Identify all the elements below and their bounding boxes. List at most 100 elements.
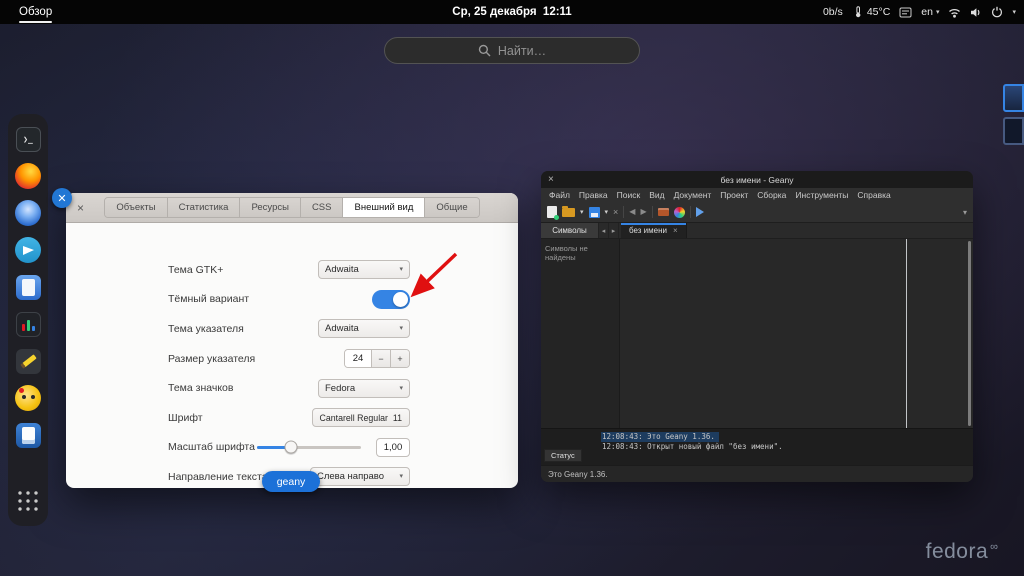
top-bar: Обзор Ср, 25 декабря 12:11 0b/s 45°C en … [0, 0, 1024, 24]
workspace-thumbnail-1[interactable] [1003, 84, 1024, 112]
editor-scrollbar[interactable] [968, 241, 971, 426]
slider-knob[interactable] [284, 440, 298, 454]
geany-window[interactable]: × без имени - Geany Файл Правка Поиск Ви… [541, 171, 973, 482]
dock-item-telegram[interactable] [14, 236, 42, 264]
search-input[interactable]: Найти… [384, 37, 640, 64]
toolbar-separator [651, 206, 653, 218]
net-speed-indicator[interactable]: 0b/s [823, 6, 843, 18]
color-chooser-icon[interactable] [673, 206, 685, 218]
text-direction-dropdown[interactable]: Слева направо ▾ [310, 467, 410, 487]
save-dropdown-icon[interactable]: ▾ [605, 209, 609, 216]
app-grid-icon [16, 489, 40, 513]
geany-statusbar: Это Geany 1.36. [541, 465, 973, 482]
clock[interactable]: Ср, 25 декабря 12:11 [452, 6, 571, 18]
power-icon [992, 6, 1003, 18]
status-message-line[interactable]: 12:08:43: Открыт новый файл "без имени". [601, 442, 787, 452]
toolbar-overflow-icon[interactable]: ▾ [963, 208, 967, 217]
symbols-sidebar[interactable]: Символы не найдены [541, 239, 620, 428]
gtk-theme-label: Тема GTK+ [168, 263, 224, 276]
open-dropdown-icon[interactable]: ▾ [580, 209, 584, 216]
toolbar-separator [689, 206, 691, 218]
plus-button[interactable]: + [390, 350, 409, 368]
wifi-icon [949, 8, 961, 18]
geany-toolbar: ▾ ▾ × ◀ ▶ ▾ [541, 202, 973, 223]
save-file-icon[interactable] [588, 206, 600, 218]
tab-statistics[interactable]: Статистика [167, 198, 241, 217]
temperature-indicator[interactable]: 45°C [852, 6, 890, 18]
tab-resources[interactable]: Ресурсы [240, 198, 301, 217]
geany-titlebar: × без имени - Geany [541, 171, 973, 188]
tab-css[interactable]: CSS [300, 198, 344, 217]
menu-document[interactable]: Документ [674, 190, 712, 200]
search-placeholder: Найти… [497, 43, 547, 58]
dock-item-office[interactable] [14, 421, 42, 449]
gtk-inspector-window[interactable]: × Объекты Статистика Ресурсы CSS Внешний… [66, 193, 518, 488]
document-tab-label: без имени [629, 226, 667, 235]
power-indicator[interactable] [991, 6, 1003, 18]
dock-item-geany[interactable] [14, 384, 42, 412]
message-tab-status[interactable]: Статус [544, 449, 582, 462]
inspector-tab-bar: Объекты Статистика Ресурсы CSS Внешний в… [104, 197, 480, 218]
dock-item-documents[interactable] [14, 273, 42, 301]
menu-build[interactable]: Сборка [757, 190, 786, 200]
sidebar-tab-symbols[interactable]: Символы [541, 223, 599, 238]
editor-area[interactable] [620, 239, 973, 428]
dock-item-text-editor[interactable] [14, 347, 42, 375]
window-title-badge: geany [262, 471, 320, 492]
web-browser-icon [15, 200, 41, 226]
tab-close-icon[interactable]: × [673, 226, 678, 235]
dock-item-system-monitor[interactable] [14, 310, 42, 338]
menu-view[interactable]: Вид [649, 190, 664, 200]
dock-item-web-browser[interactable] [14, 199, 42, 227]
row-gtk-theme: Тема GTK+ Adwaita ▾ [168, 255, 410, 285]
window-close-icon[interactable]: × [77, 202, 84, 214]
volume-indicator[interactable] [970, 7, 982, 18]
font-button[interactable]: Cantarell Regular 11 [311, 408, 410, 428]
menu-search[interactable]: Поиск [617, 190, 641, 200]
message-window: Статус 12:08:43: Это Geany 1.36. 12:08:4… [541, 428, 973, 465]
keyboard-layout[interactable]: en ▾ [921, 6, 939, 18]
goto-line-icon[interactable] [695, 207, 704, 217]
new-file-icon[interactable] [547, 206, 559, 220]
gtk-theme-dropdown[interactable]: Adwaita ▾ [318, 260, 410, 280]
font-scale-slider[interactable] [257, 440, 361, 454]
menu-tools[interactable]: Инструменты [795, 190, 848, 200]
tab-scroll-left-icon[interactable]: ◂ [599, 223, 609, 238]
navigate-back-icon[interactable]: ◀ [629, 208, 635, 216]
cursor-size-stepper[interactable]: 24 − + [344, 349, 410, 369]
tab-objects[interactable]: Объекты [105, 198, 168, 217]
status-message-list: 12:08:43: Это Geany 1.36. 12:08:43: Откр… [601, 432, 971, 452]
dock-item-terminal[interactable]: ❯_ [14, 125, 42, 153]
wifi-indicator[interactable] [948, 7, 961, 18]
menu-help[interactable]: Справка [857, 190, 890, 200]
open-file-icon[interactable] [562, 205, 575, 217]
system-menu-chevron-icon[interactable]: ▾ [1012, 9, 1016, 16]
tab-visual[interactable]: Внешний вид [343, 198, 426, 217]
close-window-badge[interactable]: ✕ [52, 188, 72, 208]
cursor-theme-dropdown[interactable]: Adwaita ▾ [318, 319, 410, 339]
navigate-forward-icon[interactable]: ▶ [640, 208, 646, 216]
menu-file[interactable]: Файл [549, 190, 570, 200]
icon-theme-dropdown[interactable]: Fedora ▾ [318, 378, 410, 398]
icon-theme-label: Тема значков [168, 382, 234, 395]
window-close-icon[interactable]: × [548, 174, 554, 185]
compile-icon[interactable] [657, 208, 669, 216]
workspace-thumbnail-2[interactable] [1003, 117, 1024, 145]
menu-project[interactable]: Проект [720, 190, 748, 200]
font-scale-value[interactable]: 1,00 [376, 437, 410, 457]
close-file-icon[interactable]: × [613, 207, 618, 217]
tab-scroll-right-icon[interactable]: ▸ [609, 223, 619, 238]
dock-item-firefox[interactable] [14, 162, 42, 190]
status-message-line[interactable]: 12:08:43: Это Geany 1.36. [601, 432, 719, 442]
cursor-size-label: Размер указателя [168, 352, 256, 365]
tray-applet[interactable] [899, 7, 912, 18]
geany-menubar: Файл Правка Поиск Вид Документ Проект Сб… [541, 188, 973, 202]
minus-button[interactable]: − [371, 350, 390, 368]
fedora-wordmark: fedora [925, 540, 989, 563]
document-tab[interactable]: без имени × [621, 223, 687, 238]
menu-edit[interactable]: Правка [579, 190, 608, 200]
dock-item-app-grid[interactable] [14, 487, 42, 515]
tab-general[interactable]: Общие [425, 198, 479, 217]
overview-button[interactable]: Обзор [10, 0, 61, 24]
text-direction-label: Направление текста [168, 470, 268, 483]
